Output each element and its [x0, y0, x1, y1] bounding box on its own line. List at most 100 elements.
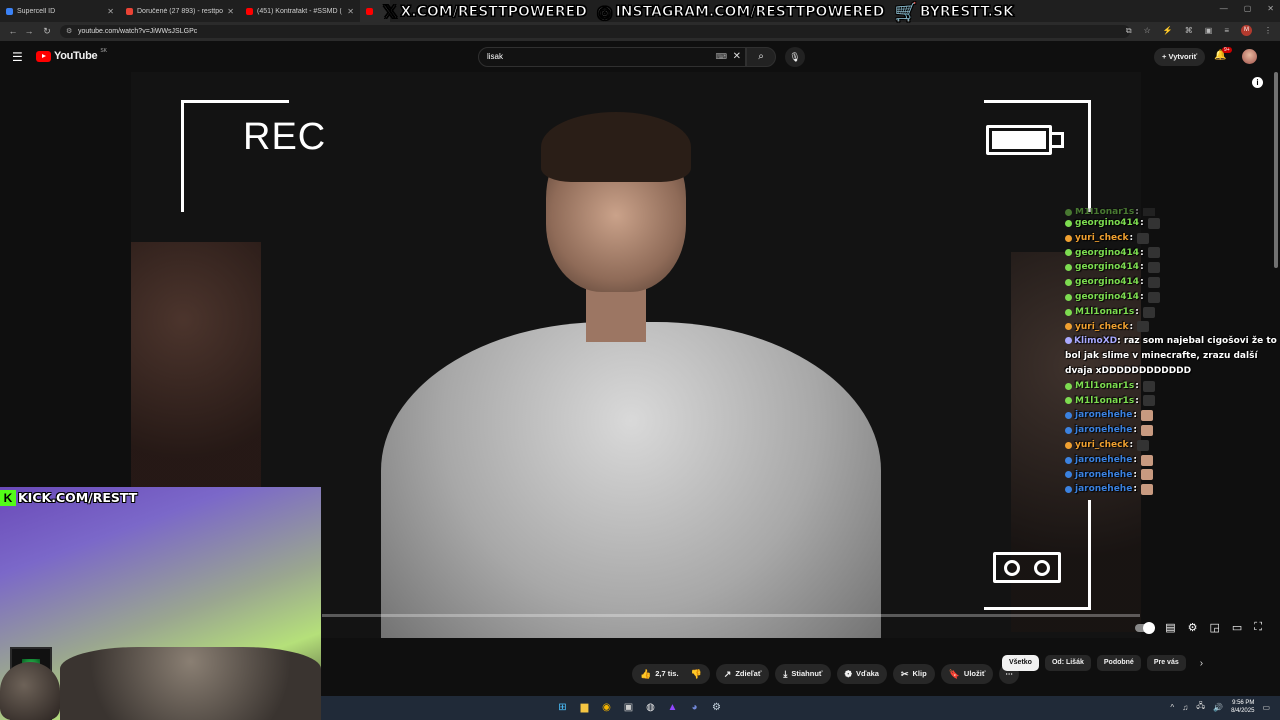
fullscreen-icon[interactable]: ⛶ — [1254, 621, 1262, 634]
chip-related[interactable]: Podobné — [1096, 655, 1141, 671]
chip-all[interactable]: Všetko — [1002, 655, 1039, 671]
page-scrollbar[interactable] — [1274, 72, 1278, 268]
chevron-right-icon[interactable]: › — [1200, 658, 1203, 669]
settings-gear-icon[interactable]: ⚙ — [1188, 621, 1198, 634]
background-person-left — [131, 242, 261, 502]
thanks-button[interactable]: ❁ Vďaka — [836, 664, 887, 684]
rec-label: REC — [243, 116, 327, 158]
tray-app-icon[interactable]: ♫ — [1182, 703, 1188, 712]
share-label: Zdieľať — [735, 669, 762, 678]
twitch-icon[interactable]: ▲ — [665, 700, 680, 715]
notification-center-icon[interactable]: ▭ — [1262, 703, 1270, 712]
chat-username: georgino414 — [1075, 262, 1140, 273]
volume-icon[interactable]: 🔊 — [1213, 703, 1223, 712]
address-bar[interactable]: ⚙ youtube.com/watch?v=JiWWsJSLGPc — [60, 25, 1130, 38]
create-button[interactable]: + Vytvoriť — [1154, 48, 1206, 66]
forward-icon[interactable]: → — [20, 26, 38, 36]
super-thanks-icon: ❁ — [844, 669, 853, 679]
close-tab-icon[interactable]: ✕ — [107, 7, 114, 16]
taskbar-clock[interactable]: 9:56 PM 8/4/2025 — [1231, 699, 1254, 715]
tab-gmail[interactable]: Doručené (27 893) - resttpowe ✕ — [120, 0, 240, 22]
profile-avatar[interactable]: M — [1241, 25, 1252, 36]
chat-separator: : — [1140, 277, 1144, 288]
chat-badge-icon — [1065, 249, 1072, 257]
chip-from-channel[interactable]: Od: Lišák — [1044, 655, 1091, 671]
chat-badge-icon — [1065, 264, 1072, 272]
tray-chevron-icon[interactable]: ^ — [1170, 703, 1174, 712]
chat-separator: : — [1129, 439, 1134, 450]
terminal-icon[interactable]: ▣ — [621, 700, 636, 715]
x-logo-icon: 𝕏 — [383, 1, 398, 23]
download-button[interactable]: ⤓ Stiahnuť — [775, 664, 831, 684]
maximize-icon[interactable]: ▢ — [1244, 4, 1252, 13]
windows-start-icon[interactable]: ⊞ — [555, 700, 570, 715]
search-button[interactable]: ⌕ — [746, 47, 776, 67]
guide-menu-icon[interactable]: ☰ — [12, 50, 23, 64]
close-tab-icon[interactable]: ✕ — [347, 7, 354, 16]
share-button[interactable]: ↗ Zdieľať — [715, 664, 770, 684]
clip-label: Klip — [912, 669, 927, 678]
obs-icon[interactable]: ◍ — [643, 700, 658, 715]
thumbs-down-icon[interactable]: 👎 — [691, 664, 702, 684]
tab-youtube-kontrafakt[interactable]: (451) Kontrafakt - #SSMD ( ✕ — [240, 0, 360, 22]
viewfinder-corner-top-right — [984, 100, 1091, 212]
clip-button[interactable]: ✂ Klip — [892, 664, 935, 684]
system-tray: ^ ♫ 🖧 🔊 9:56 PM 8/4/2025 ▭ — [1170, 699, 1270, 715]
puzzle-icon[interactable]: ⌘ — [1185, 26, 1193, 35]
chat-username: KlimoXD — [1074, 336, 1118, 347]
instagram-link: ◎ INSTAGRAM.COM/RESTTPOWERED — [596, 1, 885, 23]
chat-message: jaronehehe: — [1065, 453, 1280, 468]
chat-badge-icon — [1065, 382, 1072, 390]
bookmark-star-icon[interactable]: ☆ — [1144, 26, 1151, 35]
youtube-wordmark: YouTube — [54, 50, 98, 62]
tab-supercell[interactable]: Supercell ID ✕ — [0, 0, 120, 22]
file-explorer-icon[interactable]: ▆ — [577, 700, 592, 715]
video-progress-bar[interactable] — [322, 614, 1140, 617]
discord-icon[interactable]: ◕ — [687, 700, 702, 715]
chat-badge-icon — [1065, 486, 1072, 494]
extension-icon[interactable]: ⚡ — [1163, 26, 1173, 35]
close-tab-icon[interactable]: ✕ — [227, 7, 234, 16]
network-icon[interactable]: 🖧 — [1196, 700, 1205, 714]
install-icon[interactable]: ⧉ — [1126, 26, 1132, 36]
stream-chat-overlay: M1l1onar1s: georgino414: yuri_check: geo… — [1065, 208, 1280, 497]
chip-for-you[interactable]: Pre vás — [1146, 655, 1186, 671]
tab-label: Doručené (27 893) - resttpowe — [137, 7, 224, 15]
clock-time: 9:56 PM — [1232, 700, 1255, 706]
site-info-icon[interactable]: ⚙ — [66, 25, 72, 38]
kebab-menu-icon[interactable]: ⋮ — [1264, 26, 1272, 35]
autoplay-toggle[interactable] — [1135, 621, 1156, 634]
steam-icon[interactable]: ⚙ — [709, 700, 724, 715]
like-count: 2,7 tis. — [655, 669, 679, 678]
notification-badge: 9+ — [1222, 47, 1232, 53]
chat-emote-icon — [1147, 247, 1160, 259]
chat-separator: : — [1133, 484, 1137, 495]
miniplayer-icon[interactable]: ◲ — [1209, 621, 1219, 634]
minimize-icon[interactable]: — — [1220, 4, 1228, 13]
save-button[interactable]: 🔖 Uložiť — [940, 664, 994, 684]
battery-tip — [1052, 132, 1064, 148]
menu-icon[interactable]: ≡ — [1224, 26, 1229, 35]
youtube-logo[interactable]: YouTube SK — [36, 48, 107, 62]
chat-username: yuri_check — [1075, 439, 1129, 450]
account-avatar[interactable] — [1242, 49, 1257, 64]
thumbs-up-icon: 👍 — [640, 669, 652, 679]
subtitles-icon[interactable]: ▤ — [1165, 621, 1175, 634]
browser-toolbar: ← → ↻ ⚙ youtube.com/watch?v=JiWWsJSLGPc … — [0, 22, 1280, 41]
keyboard-icon[interactable]: ⌨ — [715, 48, 727, 66]
chat-emote-icon — [1140, 469, 1153, 481]
clear-search-icon[interactable]: ✕ — [733, 48, 741, 66]
theater-mode-icon[interactable]: ▭ — [1232, 621, 1242, 634]
search-input[interactable]: lisak ⌨ ✕ — [478, 47, 746, 67]
reload-icon[interactable]: ↻ — [38, 26, 56, 37]
chat-message: georgino414: — [1065, 260, 1280, 275]
voice-search-button[interactable]: 🎙 — [785, 47, 805, 67]
split-view-icon[interactable]: ▣ — [1205, 26, 1213, 35]
info-icon[interactable]: i — [1252, 77, 1263, 88]
chat-username: M1l1onar1s — [1075, 380, 1135, 391]
like-button[interactable]: 👍 2,7 tis. 👎 — [632, 664, 710, 684]
chat-badge-icon — [1065, 441, 1072, 449]
chat-emote-icon — [1140, 410, 1153, 422]
chrome-icon[interactable]: ◉ — [599, 700, 614, 715]
close-window-icon[interactable]: ✕ — [1267, 4, 1274, 13]
